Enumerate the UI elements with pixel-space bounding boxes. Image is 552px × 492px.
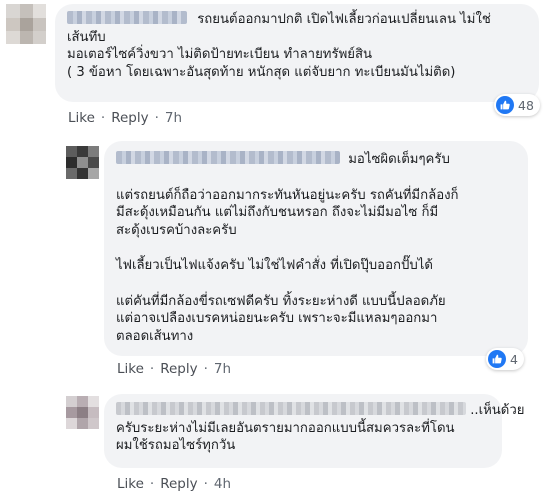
like-link[interactable]: Like xyxy=(68,110,95,126)
comment-line: ( 3 ข้อหา โดยเฉพาะอันสุดท้าย หนักสุด แต่… xyxy=(67,64,456,80)
comment-actions: Like · Reply · 7h xyxy=(117,361,231,377)
reply-link[interactable]: Reply xyxy=(160,361,197,377)
comment-line: แต่รถยนต์ก็ถือว่าออกมากระทันหันอยู่นะครั… xyxy=(116,187,459,203)
comment-bubble: ..เห็นด้วย ครับระยะห่างไม่มีเลยอันตรายมา… xyxy=(104,394,525,468)
separator-dot: · xyxy=(149,361,155,377)
commenter-name-redacted[interactable] xyxy=(67,11,187,24)
comment-line: รถยนต์ออกมาปกติ เปิดไฟเลี้ยวก่อนเปลี่ยนเ… xyxy=(197,12,491,27)
separator-dot: · xyxy=(203,361,208,377)
comment-paragraph: ไฟเลี้ยวเป็นไฟแจ้งครับ ไม่ใช่ไฟคำสั่ง ที… xyxy=(116,257,516,275)
like-link[interactable]: Like xyxy=(117,476,144,492)
reaction-count[interactable]: 4 xyxy=(486,348,524,370)
comment-line: มอเตอร์ไซค์วิ่งขวา ไม่ติดป้ายทะเบียน ทำล… xyxy=(67,47,373,62)
commenter-name-redacted[interactable] xyxy=(116,151,340,164)
thumbs-up-icon xyxy=(488,350,506,368)
comment-line: แต่อาจเปลืองเบรคหน่อยนะครับ เพราะจะมีแหล… xyxy=(116,311,438,326)
comment-bubble: มอไซผิดเต็มๆครับ แต่รถยนต์ก็ถือว่าออกมาก… xyxy=(104,141,528,356)
comment-line: ไฟเลี้ยวเป็นไฟแจ้งครับ ไม่ใช่ไฟคำสั่ง ที… xyxy=(116,258,433,273)
comment-actions: Like · Reply · 4h xyxy=(117,476,231,492)
comment-line: ครับระยะห่างไม่มีเลยอันตรายมากออกแบบนี้ส… xyxy=(116,420,455,436)
separator-dot: · xyxy=(154,110,159,126)
comment-actions: Like · Reply · 7h xyxy=(68,110,182,126)
comment-line: ..เห็นด้วย xyxy=(470,403,525,418)
separator-dot: · xyxy=(203,476,208,492)
comment-line: แต่คันที่มีกล้องขี่รถเซฟดีครับ ทิ้งระยะห… xyxy=(116,293,446,309)
timestamp[interactable]: 7h xyxy=(214,361,231,377)
thumbs-up-icon xyxy=(496,96,514,114)
comment-line: เส้นทึบ xyxy=(67,29,106,45)
avatar[interactable] xyxy=(6,4,46,44)
comment-line: ตลอดเส้นทาง xyxy=(116,328,194,344)
comment-paragraph: แต่คันที่มีกล้องขี่รถเซฟดีครับ ทิ้งระยะห… xyxy=(116,293,516,346)
comment-line: ผมใช้รถมอไซร์ทุกวัน xyxy=(116,438,236,453)
reply-link[interactable]: Reply xyxy=(111,110,148,126)
timestamp[interactable]: 4h xyxy=(214,476,231,492)
separator-dot: · xyxy=(100,110,106,126)
comment-bubble: รถยนต์ออกมาปกติ เปิดไฟเลี้ยวก่อนเปลี่ยนเ… xyxy=(55,4,539,102)
avatar[interactable] xyxy=(66,146,99,179)
comment-line: มอไซผิดเต็มๆครับ xyxy=(348,152,450,167)
reaction-count[interactable]: 48 xyxy=(494,94,540,116)
comment-line: มีสะดุ้งเหมือนกัน แต่ไม่ถึงกับชนหรอก ถึง… xyxy=(116,205,439,220)
comment-paragraph: แต่รถยนต์ก็ถือว่าออกมากระทันหันอยู่นะครั… xyxy=(116,187,516,240)
commenter-name-redacted[interactable] xyxy=(116,402,466,415)
separator-dot: · xyxy=(149,476,155,492)
like-link[interactable]: Like xyxy=(117,361,144,377)
avatar[interactable] xyxy=(66,396,99,429)
timestamp[interactable]: 7h xyxy=(165,110,182,126)
reply-link[interactable]: Reply xyxy=(160,476,197,492)
comment-line: สะดุ้งเบรคบ้างละครับ xyxy=(116,222,237,238)
